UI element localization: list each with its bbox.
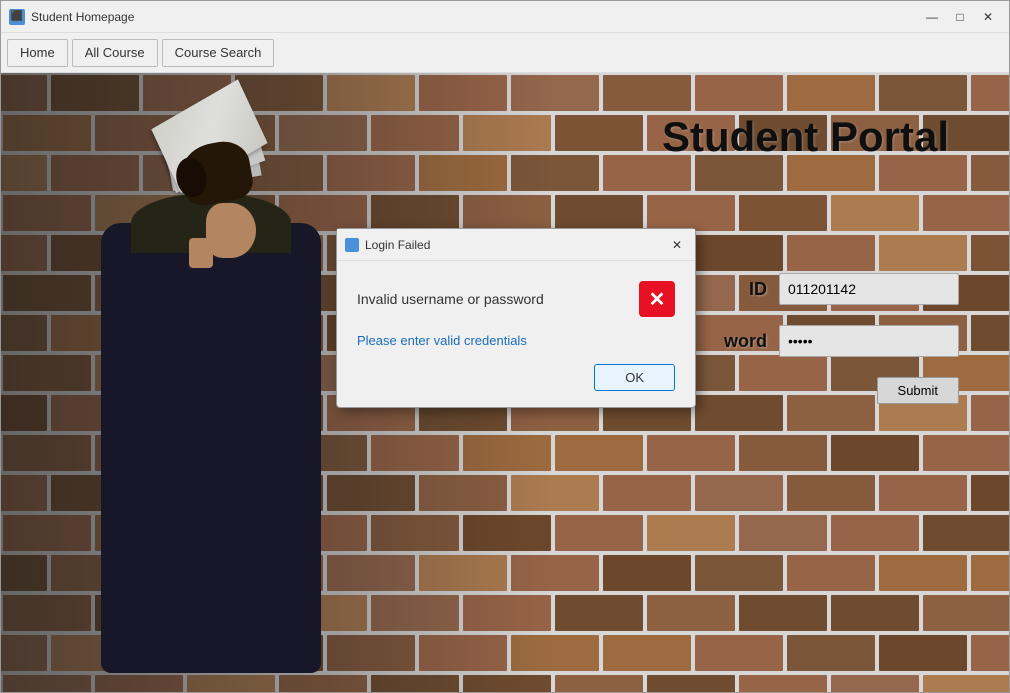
modal-overlay: Login Failed ✕ Invalid username or passw… [1,73,1009,692]
home-button[interactable]: Home [7,39,68,67]
dialog-icon [345,238,359,252]
course-search-button[interactable]: Course Search [162,39,275,67]
login-failed-dialog: Login Failed ✕ Invalid username or passw… [336,228,696,408]
maximize-button[interactable]: □ [947,7,973,27]
window-title: Student Homepage [31,10,919,24]
main-content: (function() { const colors = ['b1','b2',… [1,73,1009,692]
dialog-close-button[interactable]: ✕ [667,236,687,254]
window-controls: — □ ✕ [919,7,1001,27]
dialog-hint: Please enter valid credentials [357,333,675,348]
title-bar: ⬛ Student Homepage — □ ✕ [1,1,1009,33]
dialog-title: Login Failed [365,238,667,252]
dialog-body: Invalid username or password ✕ Please en… [337,261,695,407]
all-course-button[interactable]: All Course [72,39,158,67]
invalid-text: Invalid [357,291,397,307]
ok-button[interactable]: OK [594,364,675,391]
error-icon: ✕ [639,281,675,317]
window-icon: ⬛ [9,9,25,25]
error-x: ✕ [649,287,666,312]
dialog-top-row: Invalid username or password ✕ [357,281,675,317]
menu-bar: Home All Course Course Search [1,33,1009,73]
minimize-button[interactable]: — [919,7,945,27]
dialog-footer: OK [357,364,675,391]
close-button[interactable]: ✕ [975,7,1001,27]
main-window: ⬛ Student Homepage — □ ✕ Home All Course… [0,0,1010,693]
rest-message: username or password [397,291,543,307]
dialog-title-bar: Login Failed ✕ [337,229,695,261]
dialog-message: Invalid username or password [357,291,544,307]
